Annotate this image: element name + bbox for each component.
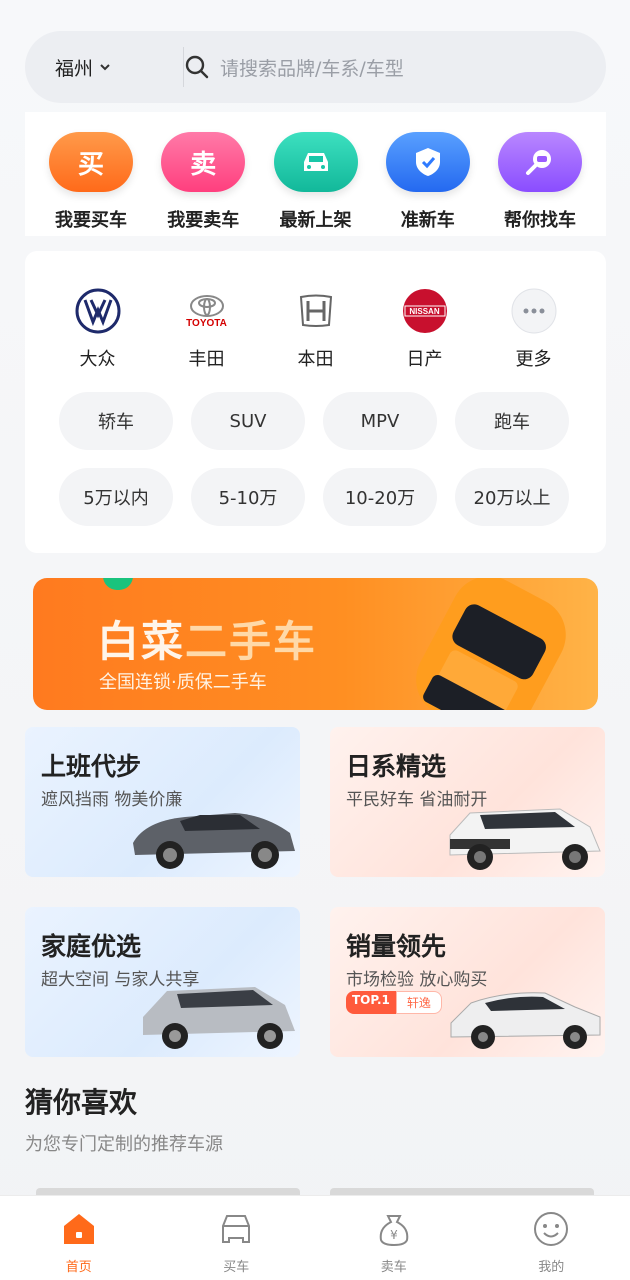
tab-label: 我的 bbox=[538, 1260, 565, 1275]
chevron-down-icon bbox=[100, 64, 110, 71]
brand-label: 本田 bbox=[297, 349, 334, 370]
quick-entry-label: 帮你找车 bbox=[504, 210, 576, 231]
city-label: 福州 bbox=[55, 57, 94, 80]
tab-mine[interactable]: 我的 bbox=[473, 1196, 630, 1280]
quick-entry-sell[interactable]: 卖 我要卖车 bbox=[153, 112, 253, 236]
brand-volkswagen[interactable]: 大众 bbox=[53, 287, 143, 371]
leaf-decoration bbox=[103, 578, 133, 590]
category-title: 销量领先 bbox=[346, 932, 447, 961]
category-card-family[interactable]: 家庭优选 超大空间 与家人共享 bbox=[25, 907, 300, 1057]
search-bar: 福州 请搜索品牌/车系/车型 bbox=[25, 31, 606, 103]
quick-entries: 买 我要买车 卖 我要卖车 最新上架 准新车 帮你找车 bbox=[25, 112, 606, 236]
tab-label: 卖车 bbox=[380, 1260, 407, 1275]
badge-rank: TOP.1 bbox=[346, 991, 396, 1014]
chip-price-range[interactable]: 5-10万 bbox=[191, 468, 305, 526]
tab-home[interactable]: 首页 bbox=[0, 1196, 158, 1280]
category-title: 上班代步 bbox=[41, 752, 142, 781]
brand-label: 更多 bbox=[515, 349, 552, 370]
nissan-logo-text: NISSAN bbox=[409, 306, 440, 316]
toyota-logo-icon: TOYOTA bbox=[183, 287, 231, 335]
tab-sell[interactable]: ¥ 卖车 bbox=[315, 1196, 473, 1280]
category-card-bestseller[interactable]: 销量领先 市场检验 放心购买 TOP.1 轩逸 bbox=[330, 907, 605, 1057]
search-icon bbox=[185, 55, 209, 79]
recommend-title: 猜你喜欢 bbox=[25, 1086, 138, 1119]
smiley-face-icon bbox=[532, 1210, 570, 1248]
top-badge: TOP.1 轩逸 bbox=[346, 991, 442, 1014]
brand-nissan[interactable]: NISSAN 日产 bbox=[380, 287, 470, 371]
car-image bbox=[449, 808, 601, 870]
quick-entry-find-car[interactable]: 帮你找车 bbox=[490, 112, 590, 236]
chip-body-type[interactable]: MPV bbox=[323, 392, 437, 450]
money-bag-icon: ¥ bbox=[375, 1210, 413, 1248]
chip-price-range[interactable]: 20万以上 bbox=[455, 468, 569, 526]
filter-chips: 轿车 SUV MPV 跑车 5万以内 5-10万 10-20万 20万以上 bbox=[59, 392, 579, 544]
quick-entry-label: 我要买车 bbox=[55, 210, 127, 231]
shield-badge-icon bbox=[385, 132, 470, 192]
svg-text:¥: ¥ bbox=[390, 1228, 398, 1242]
brand-toyota[interactable]: TOYOTA 丰田 bbox=[162, 287, 252, 371]
car-image bbox=[450, 992, 601, 1049]
category-card-japanese[interactable]: 日系精选 平民好车 省油耐开 bbox=[330, 727, 605, 877]
tab-label: 首页 bbox=[65, 1260, 92, 1275]
buy-glyph: 买 bbox=[77, 149, 104, 180]
category-title: 日系精选 bbox=[346, 752, 447, 781]
brand-more[interactable]: 更多 bbox=[489, 287, 579, 371]
car-outline-icon bbox=[217, 1210, 255, 1248]
banner-car-image bbox=[416, 578, 566, 710]
quick-entry-new-listings[interactable]: 最新上架 bbox=[266, 112, 366, 236]
brand-label: 丰田 bbox=[188, 349, 225, 370]
body-type-row: 轿车 SUV MPV 跑车 bbox=[59, 392, 579, 450]
volkswagen-logo-icon bbox=[74, 287, 122, 335]
bottom-tab-bar: 首页 买车 ¥ 卖车 我的 bbox=[0, 1195, 630, 1280]
quick-entry-near-new[interactable]: 准新车 bbox=[378, 112, 478, 236]
tab-label: 买车 bbox=[223, 1260, 250, 1275]
badge-model: 轩逸 bbox=[395, 991, 442, 1014]
more-dots-icon bbox=[510, 287, 558, 335]
brand-filter-card: 大众 TOYOTA 丰田 本田 NISSAN 日产 更多 轿车 SUV MPV … bbox=[25, 251, 606, 553]
chip-body-type[interactable]: SUV bbox=[191, 392, 305, 450]
toyota-logo-text: TOYOTA bbox=[186, 317, 227, 329]
banner-title: 白菜二手车 bbox=[97, 608, 317, 669]
recommend-subtitle: 为您专门定制的推荐车源 bbox=[25, 1134, 223, 1155]
banner-title-suffix: 二手车 bbox=[185, 617, 318, 666]
city-selector[interactable]: 福州 bbox=[55, 54, 183, 81]
nissan-logo-icon: NISSAN bbox=[401, 287, 449, 335]
price-range-row: 5万以内 5-10万 10-20万 20万以上 bbox=[59, 468, 579, 526]
sell-icon: 卖 bbox=[161, 132, 246, 192]
car-icon bbox=[273, 132, 358, 192]
quick-entry-buy[interactable]: 买 我要买车 bbox=[41, 112, 141, 236]
chip-body-type[interactable]: 轿车 bbox=[59, 392, 173, 450]
brand-honda[interactable]: 本田 bbox=[271, 287, 361, 371]
sell-glyph: 卖 bbox=[190, 149, 217, 180]
tab-buy[interactable]: 买车 bbox=[158, 1196, 316, 1280]
car-image bbox=[133, 813, 295, 869]
car-image bbox=[143, 987, 295, 1049]
quick-entry-label: 最新上架 bbox=[279, 210, 352, 231]
brand-label: 日产 bbox=[406, 349, 443, 370]
brand-row: 大众 TOYOTA 丰田 本田 NISSAN 日产 更多 bbox=[25, 251, 606, 371]
quick-entry-label: 准新车 bbox=[400, 210, 455, 231]
chip-price-range[interactable]: 5万以内 bbox=[59, 468, 173, 526]
quick-entry-label: 我要卖车 bbox=[167, 210, 240, 231]
search-car-icon bbox=[498, 132, 582, 192]
search-input[interactable]: 请搜索品牌/车系/车型 bbox=[220, 54, 404, 81]
home-icon bbox=[60, 1210, 98, 1248]
buy-icon: 买 bbox=[49, 132, 133, 192]
chip-body-type[interactable]: 跑车 bbox=[455, 392, 569, 450]
promo-banner[interactable]: 白菜二手车 全国连锁·质保二手车 bbox=[33, 578, 598, 710]
chip-price-range[interactable]: 10-20万 bbox=[323, 468, 437, 526]
banner-subtitle: 全国连锁·质保二手车 bbox=[99, 672, 267, 693]
category-title: 家庭优选 bbox=[41, 932, 142, 961]
brand-label: 大众 bbox=[79, 349, 116, 370]
banner-title-brand: 白菜 bbox=[97, 617, 186, 666]
honda-logo-icon bbox=[292, 287, 340, 335]
category-card-commute[interactable]: 上班代步 遮风挡雨 物美价廉 bbox=[25, 727, 300, 877]
